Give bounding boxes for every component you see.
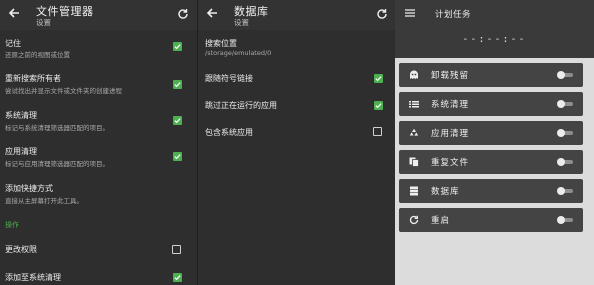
schedule-time-display[interactable]: --:--:-- (395, 34, 594, 45)
setting-app-cleaner[interactable]: 应用清理 标记与应用清理筛选器匹配的项目。 (0, 146, 197, 172)
refresh-icon[interactable] (177, 8, 189, 20)
setting-remember[interactable]: 记住 还原之前的视图或位置 (0, 36, 197, 62)
task-label: 数据库 (431, 187, 460, 197)
task-database[interactable]: 数据库 (399, 179, 583, 203)
search-location-setting[interactable]: 搜索位置 /storage/emulated/0 (198, 36, 396, 62)
task-app-cleaner[interactable]: 应用清理 (399, 121, 583, 145)
setting-system-cleaner[interactable]: 系统清理 标记与系统清理筛选器匹配的项目。 (0, 110, 197, 136)
recycle-icon (409, 128, 419, 136)
app-bar: 数据库 设置 (198, 0, 396, 30)
include-system-apps-checkbox[interactable] (373, 127, 382, 136)
task-label: 重启 (431, 216, 451, 226)
setting-title: 记住 (5, 39, 21, 48)
setting-title: 应用清理 (5, 147, 37, 156)
setting-title: 添加快捷方式 (5, 184, 53, 193)
file-manager-settings-panel: 文件管理器 设置 记住 还原之前的视图或位置 重新搜索所有者 尝试找出并显示文件… (0, 0, 197, 285)
hamburger-menu-icon[interactable] (405, 9, 415, 17)
app-cleaner-toggle[interactable] (557, 129, 573, 137)
setting-include-system-apps[interactable]: 包含系统应用 (198, 126, 396, 140)
scheduler-panel: 计划任务 --:--:-- 卸载残留 系统清理 应用清理 重复文件 数据库 重启 (395, 0, 594, 285)
setting-title: 包含系统应用 (205, 128, 253, 137)
setting-description: 还原之前的视图或位置 (5, 51, 70, 59)
page-subtitle: 设置 (36, 18, 51, 27)
page-subtitle: 设置 (234, 18, 249, 27)
setting-description: 尝试找出并显示文件或文件夹的创建进程 (5, 87, 122, 95)
app-cleaner-checkbox[interactable] (173, 152, 182, 161)
add-to-system-cleaner-checkbox[interactable] (173, 273, 182, 282)
setting-title: 搜索位置 (205, 39, 237, 48)
list-icon (409, 101, 419, 108)
setting-description: 标记与系统清理筛选器匹配的项目。 (5, 124, 109, 132)
skip-running-apps-checkbox[interactable] (374, 101, 383, 110)
restart-icon (409, 215, 419, 225)
database-settings-panel: 数据库 设置 搜索位置 /storage/emulated/0 跟随符号链接 跳… (197, 0, 396, 285)
task-label: 卸载残留 (431, 71, 470, 81)
setting-title: 添加至系统清理 (5, 273, 61, 282)
reboot-toggle[interactable] (557, 216, 573, 224)
action-add-to-system-cleaner[interactable]: 添加至系统清理 (0, 272, 197, 285)
setting-skip-running-apps[interactable]: 跳过正在运行的应用 (198, 99, 396, 113)
task-label: 重复文件 (431, 158, 470, 168)
back-arrow-icon[interactable] (204, 5, 220, 21)
refresh-icon[interactable] (376, 8, 388, 20)
uninstall-residue-toggle[interactable] (557, 71, 573, 79)
setting-description: 直接从主屏幕打开此工具。 (5, 197, 83, 205)
database-icon (410, 186, 418, 196)
research-owner-checkbox[interactable] (173, 80, 182, 89)
setting-title: 重新搜索所有者 (5, 74, 61, 83)
setting-research-owner[interactable]: 重新搜索所有者 尝试找出并显示文件或文件夹的创建进程 (0, 73, 197, 99)
task-system-cleaner[interactable]: 系统清理 (399, 92, 583, 116)
setting-follow-symlinks[interactable]: 跟随符号链接 (198, 72, 396, 86)
setting-title: 系统清理 (5, 111, 37, 120)
search-path-value: /storage/emulated/0 (205, 49, 272, 57)
system-cleaner-toggle[interactable] (557, 100, 573, 108)
change-permissions-checkbox[interactable] (172, 245, 181, 254)
page-title: 计划任务 (435, 10, 472, 20)
task-reboot[interactable]: 重启 (399, 208, 583, 232)
task-uninstall-residue[interactable]: 卸载残留 (399, 63, 583, 87)
app-bar: 文件管理器 设置 (0, 0, 197, 30)
setting-add-shortcut[interactable]: 添加快捷方式 直接从主屏幕打开此工具。 (0, 183, 197, 209)
system-cleaner-checkbox[interactable] (173, 116, 182, 125)
ghost-icon (410, 70, 418, 79)
database-toggle[interactable] (557, 187, 573, 195)
section-header-actions: 操作 (5, 221, 19, 229)
task-duplicate-files[interactable]: 重复文件 (399, 150, 583, 174)
schedule-header: --:--:-- (395, 28, 594, 58)
setting-title: 跟随符号链接 (205, 74, 253, 83)
duplicate-files-toggle[interactable] (557, 158, 573, 166)
setting-description: 标记与应用清理筛选器匹配的项目。 (5, 160, 109, 168)
follow-symlinks-checkbox[interactable] (374, 74, 383, 83)
remember-checkbox[interactable] (173, 42, 182, 51)
app-bar: 计划任务 (395, 0, 594, 28)
copy-icon (409, 157, 419, 167)
setting-title: 跳过正在运行的应用 (205, 101, 277, 110)
back-arrow-icon[interactable] (6, 5, 22, 21)
action-change-permissions[interactable]: 更改权限 (0, 244, 197, 260)
task-label: 应用清理 (431, 129, 470, 139)
setting-title: 更改权限 (5, 245, 37, 254)
task-label: 系统清理 (431, 100, 470, 110)
